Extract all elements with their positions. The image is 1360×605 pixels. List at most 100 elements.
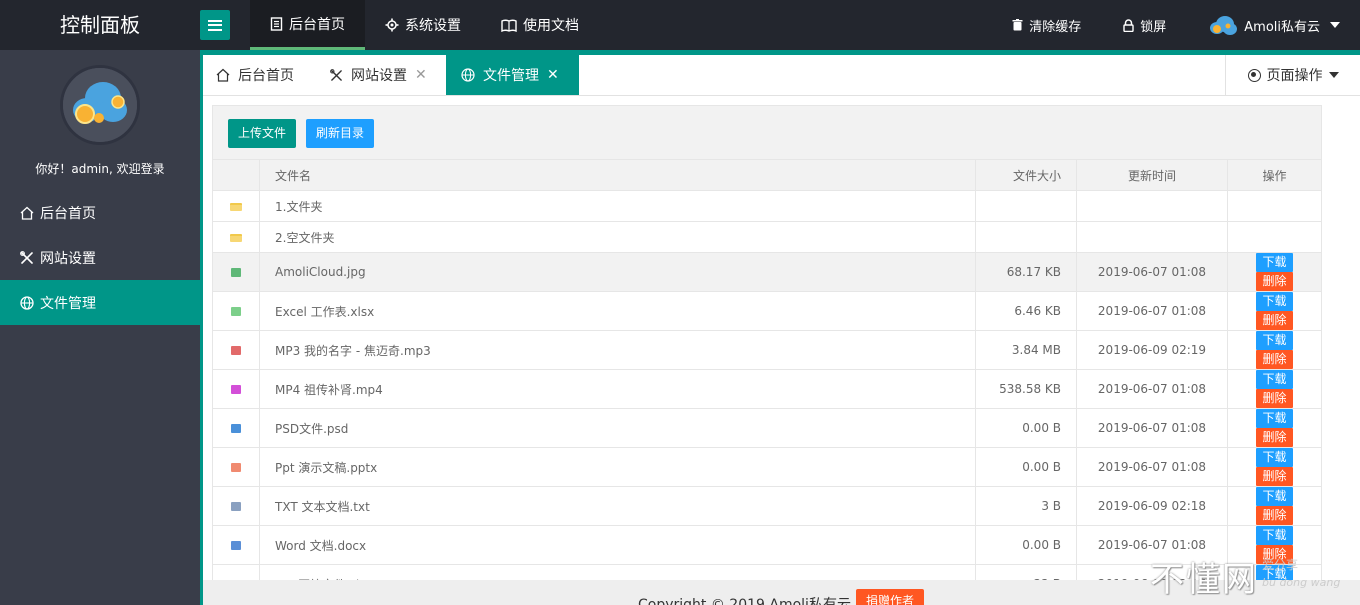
file-size: 0.00 B [975,447,1077,487]
file-name[interactable]: MP4 祖传补肾.mp4 [259,369,976,409]
file-size: 3 B [975,486,1077,526]
download-button[interactable]: 下载 [1256,292,1293,311]
delete-button[interactable]: 删除 [1256,272,1293,291]
file-name[interactable]: Ppt 演示文稿.pptx [259,447,976,487]
table-header-row: 文件名 文件大小 更新时间 操作 [212,159,1322,191]
delete-button[interactable]: 删除 [1256,389,1293,408]
app-logo[interactable]: 控制面板 [0,0,200,50]
sidebar-item-home[interactable]: 后台首页 [0,190,200,235]
file-icon [231,307,241,316]
header-filename: 文件名 [259,159,976,191]
table-row[interactable]: 1.文件夹 [212,190,1322,222]
download-button[interactable]: 下载 [1256,526,1293,545]
tab-close-icon[interactable]: ✕ [547,67,559,83]
sidebar-item-home-label: 后台首页 [40,205,96,222]
file-toolbar: 上传文件 刷新目录 [212,105,1322,159]
table-row[interactable]: Excel 工作表.xlsx 6.46 KB 2019-06-07 01:08 下载删… [212,291,1322,331]
file-actions: 下载删除 [1227,525,1322,565]
tab-file-manager[interactable]: 文件管理 ✕ [446,55,579,95]
donate-button[interactable]: 捐赠作者 [856,589,925,605]
file-name[interactable]: AmoliCloud.jpg [259,252,976,292]
tab-home[interactable]: 后台首页 [216,55,294,95]
folder-icon [230,233,242,242]
file-icon [231,385,241,394]
delete-button[interactable]: 删除 [1256,428,1293,447]
download-button[interactable]: 下载 [1256,448,1293,467]
cloud-avatar-icon [1210,16,1238,35]
file-name[interactable]: 2.空文件夹 [259,221,976,253]
download-button[interactable]: 下载 [1256,370,1293,389]
table-row[interactable]: 2.空文件夹 [212,221,1322,253]
user-menu[interactable]: Amoli私有云 [1208,14,1340,36]
delete-button[interactable]: 删除 [1256,545,1293,564]
file-size: 6.46 KB [975,291,1077,331]
download-button[interactable]: 下载 [1256,253,1293,272]
sidebar-item-file-manager[interactable]: 文件管理 [0,280,200,325]
top-nav-home[interactable]: 后台首页 [250,0,365,50]
delete-button[interactable]: 删除 [1256,506,1293,525]
chevron-down-icon [1328,72,1339,78]
file-size: 3.84 MB [975,330,1077,370]
top-nav-settings[interactable]: 系统设置 [365,0,481,50]
file-icon-cell [212,291,260,331]
trash-icon [1012,19,1023,31]
file-name[interactable]: Excel 工作表.xlsx [259,291,976,331]
greeting-text: 你好！admin, 欢迎登录 [35,162,165,176]
file-icon [231,424,241,433]
upload-file-button[interactable]: 上传文件 [228,119,297,148]
tab-site-settings-label: 网站设置 [351,68,407,84]
top-nav: 后台首页 系统设置 使用文档 [250,0,599,50]
file-name[interactable]: PSD文件.psd [259,408,976,448]
hamburger-icon [208,19,222,31]
file-updated-time: 2019-06-07 01:08 [1076,252,1228,292]
file-updated-time: 2019-06-07 01:08 [1076,291,1228,331]
file-name[interactable]: TXT 文本文档.txt [259,486,976,526]
lock-icon [1123,18,1134,32]
page-operations-menu[interactable]: 页面操作 [1225,55,1360,95]
table-row[interactable]: TXT 文本文档.txt 3 B 2019-06-09 02:18 下载删除 [212,486,1322,526]
lock-screen-button[interactable]: 锁屏 [1123,16,1166,35]
home-icon [216,68,230,82]
header-filesize: 文件大小 [975,159,1077,191]
file-name[interactable]: MP3 我的名字 - 焦迈奇.mp3 [259,330,976,370]
table-row[interactable]: MP3 我的名字 - 焦迈奇.mp3 3.84 MB 2019-06-09 02:1… [212,330,1322,370]
table-row[interactable]: Word 文档.docx 0.00 B 2019-06-07 01:08 下载删除 [212,525,1322,565]
table-row[interactable]: Ppt 演示文稿.pptx 0.00 B 2019-06-07 01:08 下载删除 [212,447,1322,487]
table-row[interactable]: PSD文件.psd 0.00 B 2019-06-07 01:08 下载删除 [212,408,1322,448]
top-nav-docs-label: 使用文档 [523,18,579,34]
gear-icon [385,18,399,32]
username-label: Amoli私有云 [1244,19,1320,35]
tab-site-settings[interactable]: 网站设置 ✕ [330,55,427,95]
sidebar-item-site-settings[interactable]: 网站设置 [0,235,200,280]
clear-cache-button[interactable]: 清除缓存 [1012,16,1081,35]
tab-close-icon[interactable]: ✕ [415,67,427,83]
file-size: 0.00 B [975,525,1077,565]
globe-icon [20,295,34,310]
file-name[interactable]: 1.文件夹 [259,190,976,222]
sidebar-item-file-manager-label: 文件管理 [40,295,96,312]
avatar[interactable] [60,65,140,145]
chevron-down-icon [1330,22,1340,28]
delete-button[interactable]: 删除 [1256,311,1293,330]
download-button[interactable]: 下载 [1256,487,1293,506]
delete-button[interactable]: 删除 [1256,467,1293,486]
file-icon-cell [212,369,260,409]
side-menu: 后台首页 网站设置 文件管理 [0,190,200,325]
download-button[interactable]: 下载 [1256,331,1293,350]
file-actions: 下载删除 [1227,330,1322,370]
delete-button[interactable]: 删除 [1256,350,1293,369]
table-row[interactable]: AmoliCloud.jpg 68.17 KB 2019-06-07 01:08 下载… [212,252,1322,292]
top-nav-home-label: 后台首页 [289,16,345,33]
main-area: 后台首页 网站设置 ✕ 文件管理 ✕ 页面操作 上传文件 刷新目录 文件名 文件… [200,50,1360,605]
file-actions: 下载删除 [1227,291,1322,331]
top-nav-docs[interactable]: 使用文档 [481,0,599,50]
menu-toggle-button[interactable] [200,10,230,40]
file-actions: 下载删除 [1227,486,1322,526]
header-actions: 操作 [1227,159,1322,191]
table-row[interactable]: MP4 祖传补肾.mp4 538.58 KB 2019-06-07 01:08 下载删… [212,369,1322,409]
file-name[interactable]: Word 文档.docx [259,525,976,565]
top-right-actions: 清除缓存 锁屏 Amoli私有云 [970,0,1340,50]
download-button[interactable]: 下载 [1256,409,1293,428]
tools-icon [20,250,33,264]
refresh-directory-button[interactable]: 刷新目录 [306,119,375,148]
